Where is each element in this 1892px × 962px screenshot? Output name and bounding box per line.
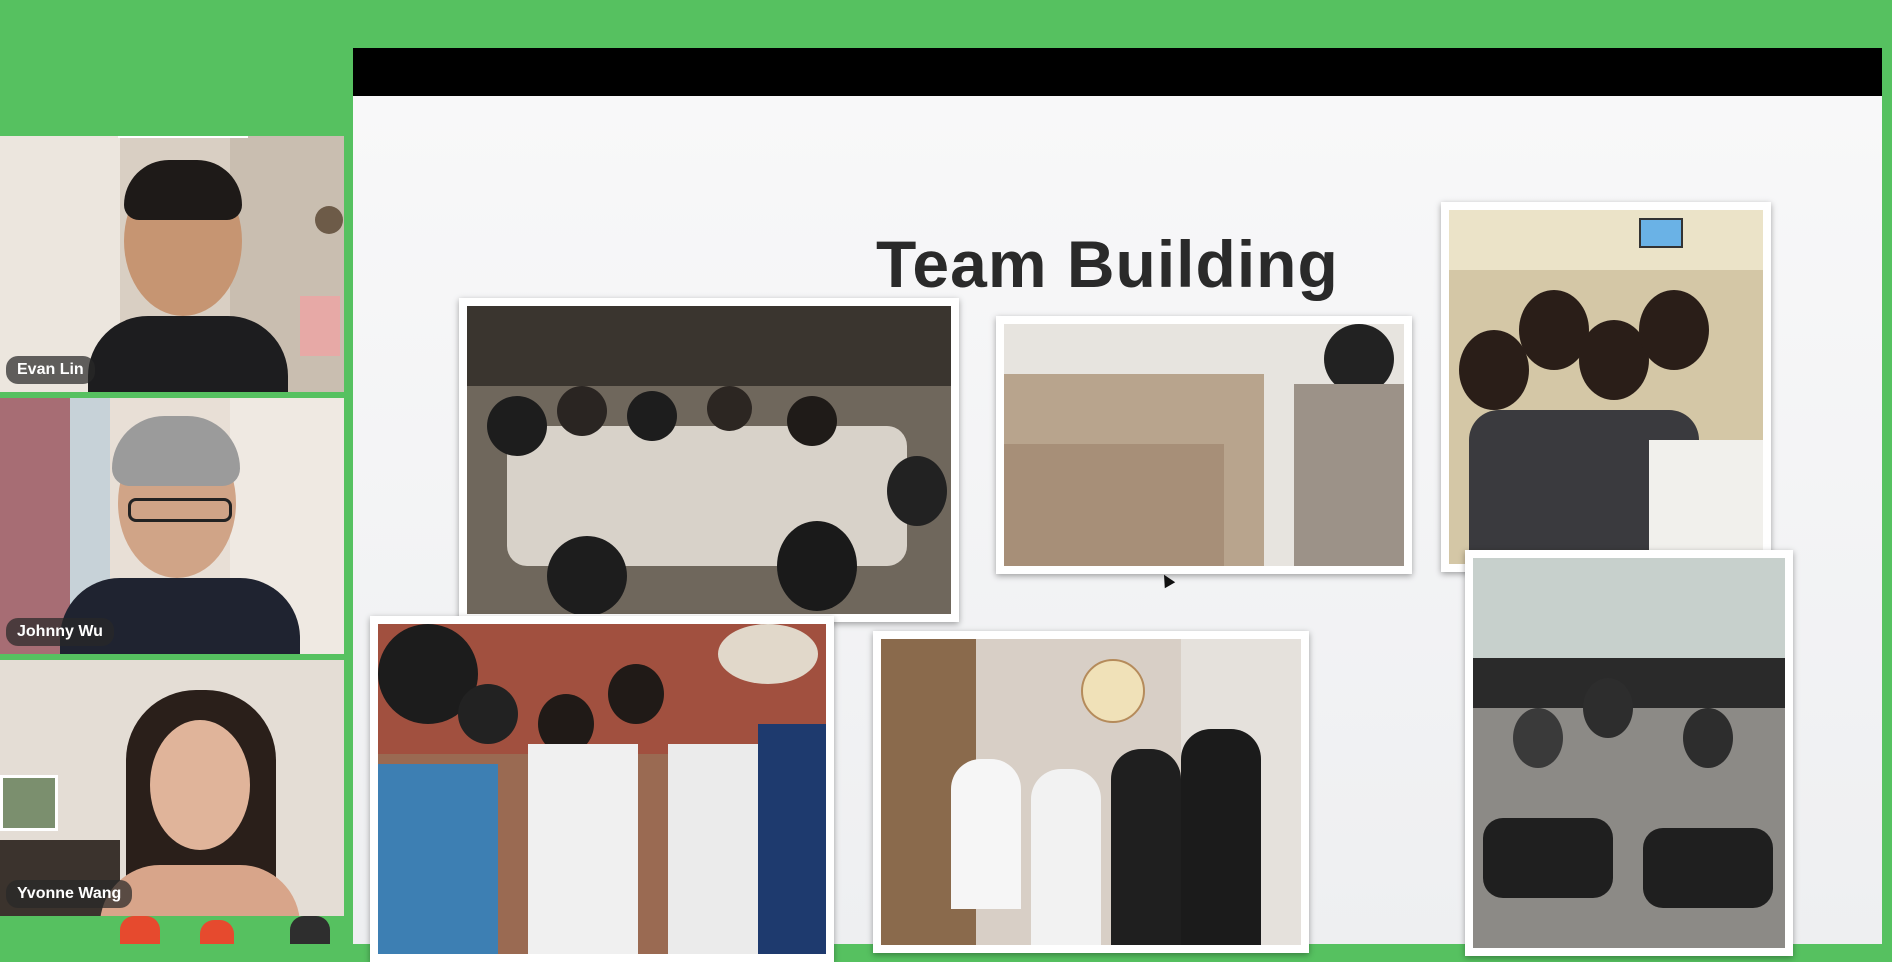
photo-pottery-class <box>459 298 959 622</box>
slide-content: Team Building <box>353 96 1882 962</box>
background-decoration <box>290 916 330 944</box>
participant-tile-evan-lin[interactable]: Evan Lin <box>0 136 344 392</box>
background-decoration <box>200 920 234 944</box>
photo-line-group <box>873 631 1309 953</box>
participant-tile-johnny-wu[interactable]: Johnny Wu <box>0 398 344 654</box>
participant-name-tag: Evan Lin <box>6 356 95 384</box>
shared-screen: Team Building <box>353 48 1882 962</box>
photo-massage-session <box>996 316 1412 589</box>
photo-cooking-group <box>1441 202 1771 572</box>
background-logo <box>118 136 248 138</box>
photo-outdoor-activity <box>370 616 834 962</box>
slide-top-bar <box>353 48 1882 96</box>
photo-go-kart <box>1465 550 1793 956</box>
slide-title: Team Building <box>876 227 1339 301</box>
participant-video <box>0 398 344 654</box>
participant-name-tag: Johnny Wu <box>6 618 114 646</box>
participant-video <box>0 660 344 916</box>
participant-name-tag: Yvonne Wang <box>6 880 133 908</box>
participant-video <box>0 136 344 392</box>
background-decoration <box>120 916 160 944</box>
video-call-screen: { "participants": [ {"name": "Evan Lin"}… <box>0 0 1892 962</box>
mouse-cursor-icon <box>1158 571 1176 589</box>
participant-tile-yvonne-wang[interactable]: Yvonne Wang <box>0 660 344 916</box>
